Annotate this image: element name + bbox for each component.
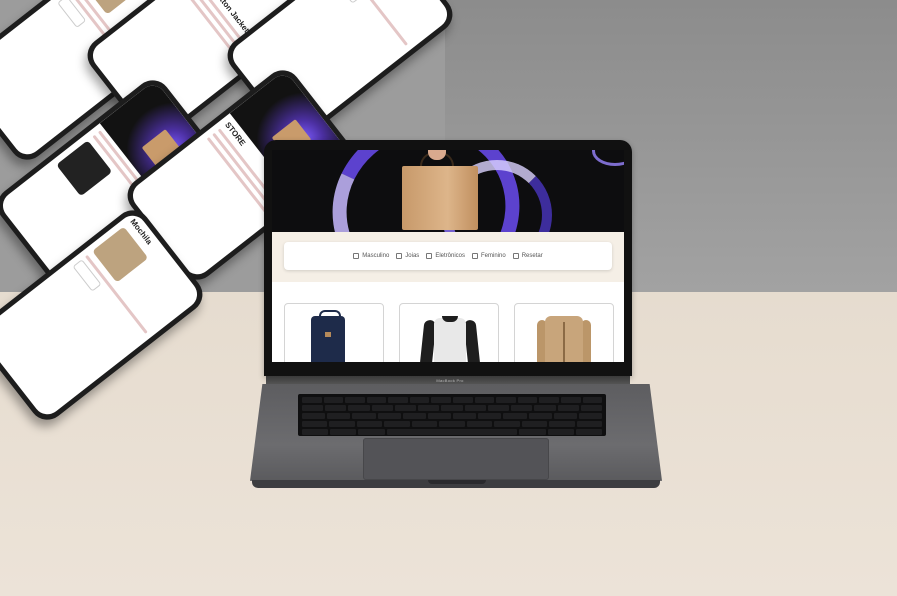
filter-feminino[interactable]: Feminino [472,253,506,259]
laptop-brand-label: MacBook Pro [436,378,464,383]
checkbox-icon[interactable] [426,253,433,259]
filter-label: Masculino [362,253,390,259]
backpack-label [325,332,331,337]
laptop-screen: Masculino Joias Eletrônicos Feminino Res… [272,150,624,362]
product-card-shirt[interactable] [399,303,499,362]
laptop-chin [264,362,632,376]
checkbox-icon[interactable] [512,253,519,259]
checkbox-icon[interactable] [396,253,403,259]
checkbox-icon[interactable] [353,253,360,259]
filter-eletronicos[interactable]: Eletrônicos [426,253,465,259]
shirt-image [434,318,466,362]
filter-label: Joias [405,253,420,259]
product-card-backpack[interactable] [284,303,384,362]
filter-resetar[interactable]: Resetar [512,253,543,259]
touchpad [363,438,549,480]
filter-bar: Masculino Joias Eletrônicos Feminino Res… [284,242,612,270]
shopping-bag-icon [402,166,478,230]
jacket-zipper [563,322,565,362]
filter-label: Resetar [521,253,543,259]
product-card-jacket[interactable] [514,303,614,362]
filter-section: Masculino Joias Eletrônicos Feminino Res… [272,232,624,282]
checkbox-icon[interactable] [472,253,478,259]
filter-joias[interactable]: Joias [396,253,419,259]
phone-button [72,259,102,292]
keyboard [298,394,606,436]
hero-swirl [592,150,624,166]
product-grid [272,282,624,362]
filter-masculino[interactable]: Masculino [353,253,389,259]
phone-button [332,0,362,4]
laptop-notch [428,480,486,484]
shirt-sleeve [463,319,481,362]
hero-banner [272,150,624,232]
filter-label: Eletrônicos [435,253,465,259]
filter-label: Feminino [481,253,506,259]
backpack-image [311,316,345,362]
